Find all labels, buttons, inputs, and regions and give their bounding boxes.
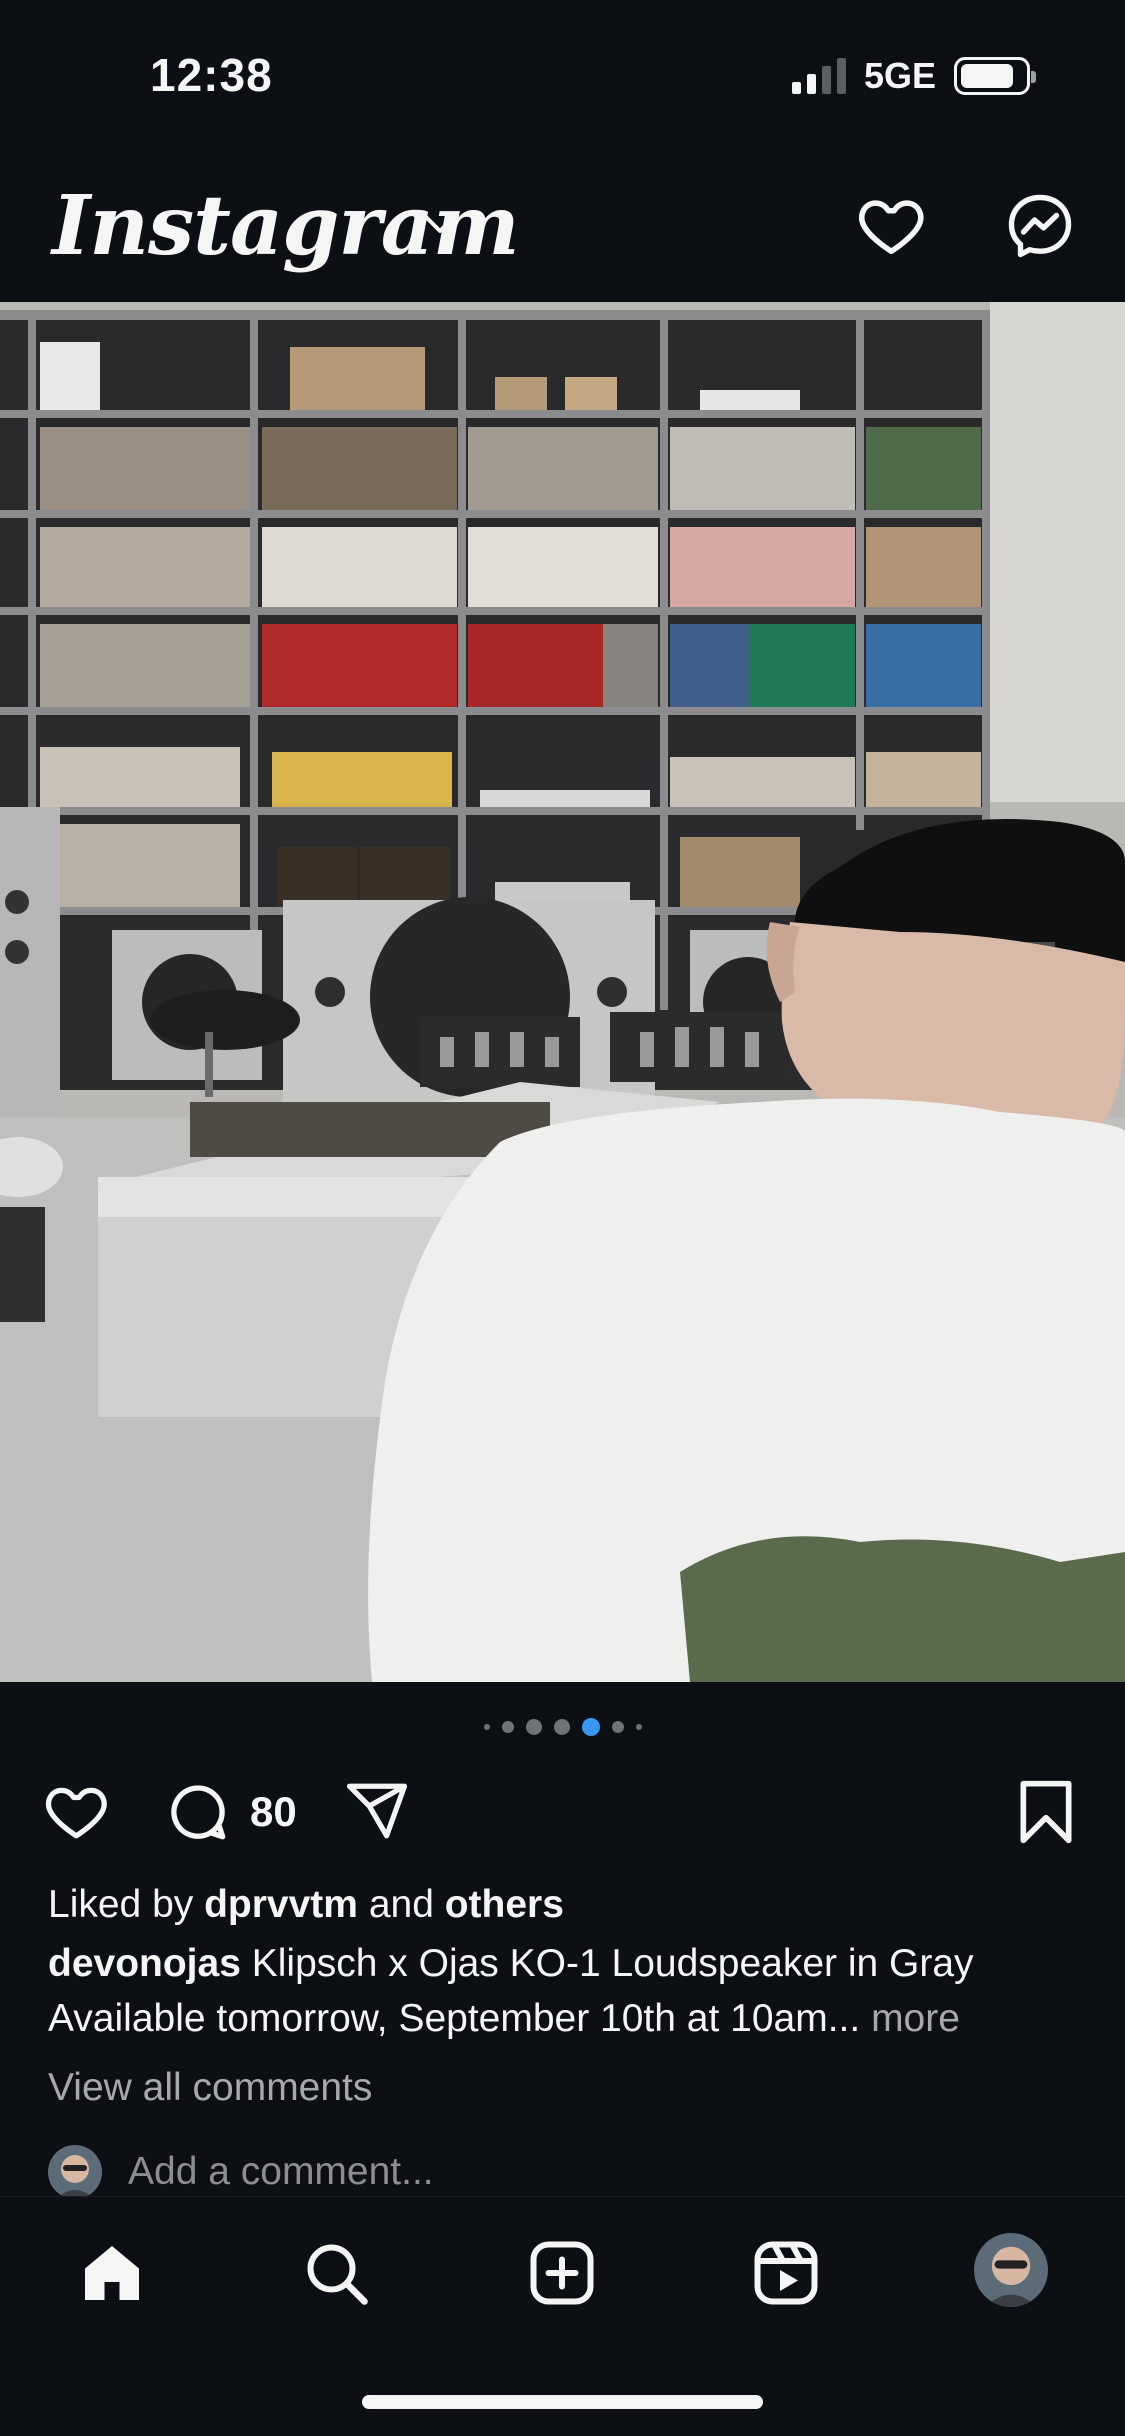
status-bar: 12:38 5GE bbox=[0, 0, 1125, 150]
comment-icon[interactable] bbox=[164, 1778, 232, 1846]
liked-by-others[interactable]: others bbox=[445, 1883, 564, 1926]
caption-text-line2: Available tomorrow, September 10th at 10… bbox=[48, 1997, 861, 2040]
avatar bbox=[48, 2145, 102, 2199]
app-header: Instagram bbox=[0, 150, 1125, 300]
signal-icon bbox=[791, 58, 846, 94]
share-icon[interactable] bbox=[342, 1778, 412, 1844]
carousel-dot-active bbox=[581, 1718, 600, 1736]
liked-by-user[interactable]: dprvvtm bbox=[204, 1883, 358, 1926]
add-comment-input[interactable]: Add a comment... bbox=[128, 2150, 434, 2194]
carousel-dots bbox=[0, 1718, 1125, 1736]
post-actions: 80 bbox=[0, 1770, 1125, 1850]
network-label: 5GE bbox=[863, 55, 936, 96]
carousel-dot bbox=[501, 1721, 514, 1733]
view-all-comments[interactable]: View all comments bbox=[48, 2060, 1088, 2115]
caption-more-link[interactable]: more bbox=[860, 1997, 960, 2040]
status-indicators: 5GE bbox=[791, 55, 1036, 97]
carousel-dot bbox=[483, 1724, 490, 1730]
carousel-dot bbox=[611, 1721, 624, 1733]
liked-by-prefix: Liked by bbox=[48, 1883, 205, 1926]
create-icon[interactable] bbox=[526, 2237, 598, 2309]
carousel-dot bbox=[525, 1719, 542, 1735]
home-icon[interactable] bbox=[76, 2237, 148, 2309]
reels-icon[interactable] bbox=[750, 2237, 822, 2309]
post-caption: devonojas Klipsch x Ojas KO-1 Loudspeake… bbox=[48, 1936, 1088, 2046]
caption-username[interactable]: devonojas bbox=[48, 1942, 241, 1985]
add-comment-row[interactable]: Add a comment... bbox=[48, 2145, 434, 2199]
like-heart-icon[interactable] bbox=[42, 1778, 114, 1844]
home-indicator[interactable] bbox=[362, 2395, 763, 2409]
status-time: 12:38 bbox=[150, 49, 273, 101]
heart-icon[interactable] bbox=[856, 190, 930, 260]
chevron-down-icon[interactable] bbox=[422, 210, 458, 240]
carousel-dot bbox=[635, 1724, 642, 1730]
caption-text-line1: Klipsch x Ojas KO-1 Loudspeaker in Gray bbox=[240, 1942, 974, 1985]
post-image[interactable] bbox=[0, 302, 1125, 1682]
post-photo-illustration bbox=[0, 302, 1125, 1682]
bookmark-icon[interactable] bbox=[1016, 1778, 1076, 1846]
battery-icon bbox=[954, 57, 1036, 95]
liked-by-middle: and bbox=[357, 1883, 445, 1926]
liked-by: Liked by dprvvtm and others bbox=[48, 1877, 1088, 1932]
profile-avatar[interactable] bbox=[974, 2233, 1048, 2307]
comment-count[interactable]: 80 bbox=[250, 1788, 297, 1836]
messenger-icon[interactable] bbox=[1004, 190, 1076, 262]
carousel-dot bbox=[553, 1719, 570, 1735]
search-icon[interactable] bbox=[300, 2237, 372, 2309]
